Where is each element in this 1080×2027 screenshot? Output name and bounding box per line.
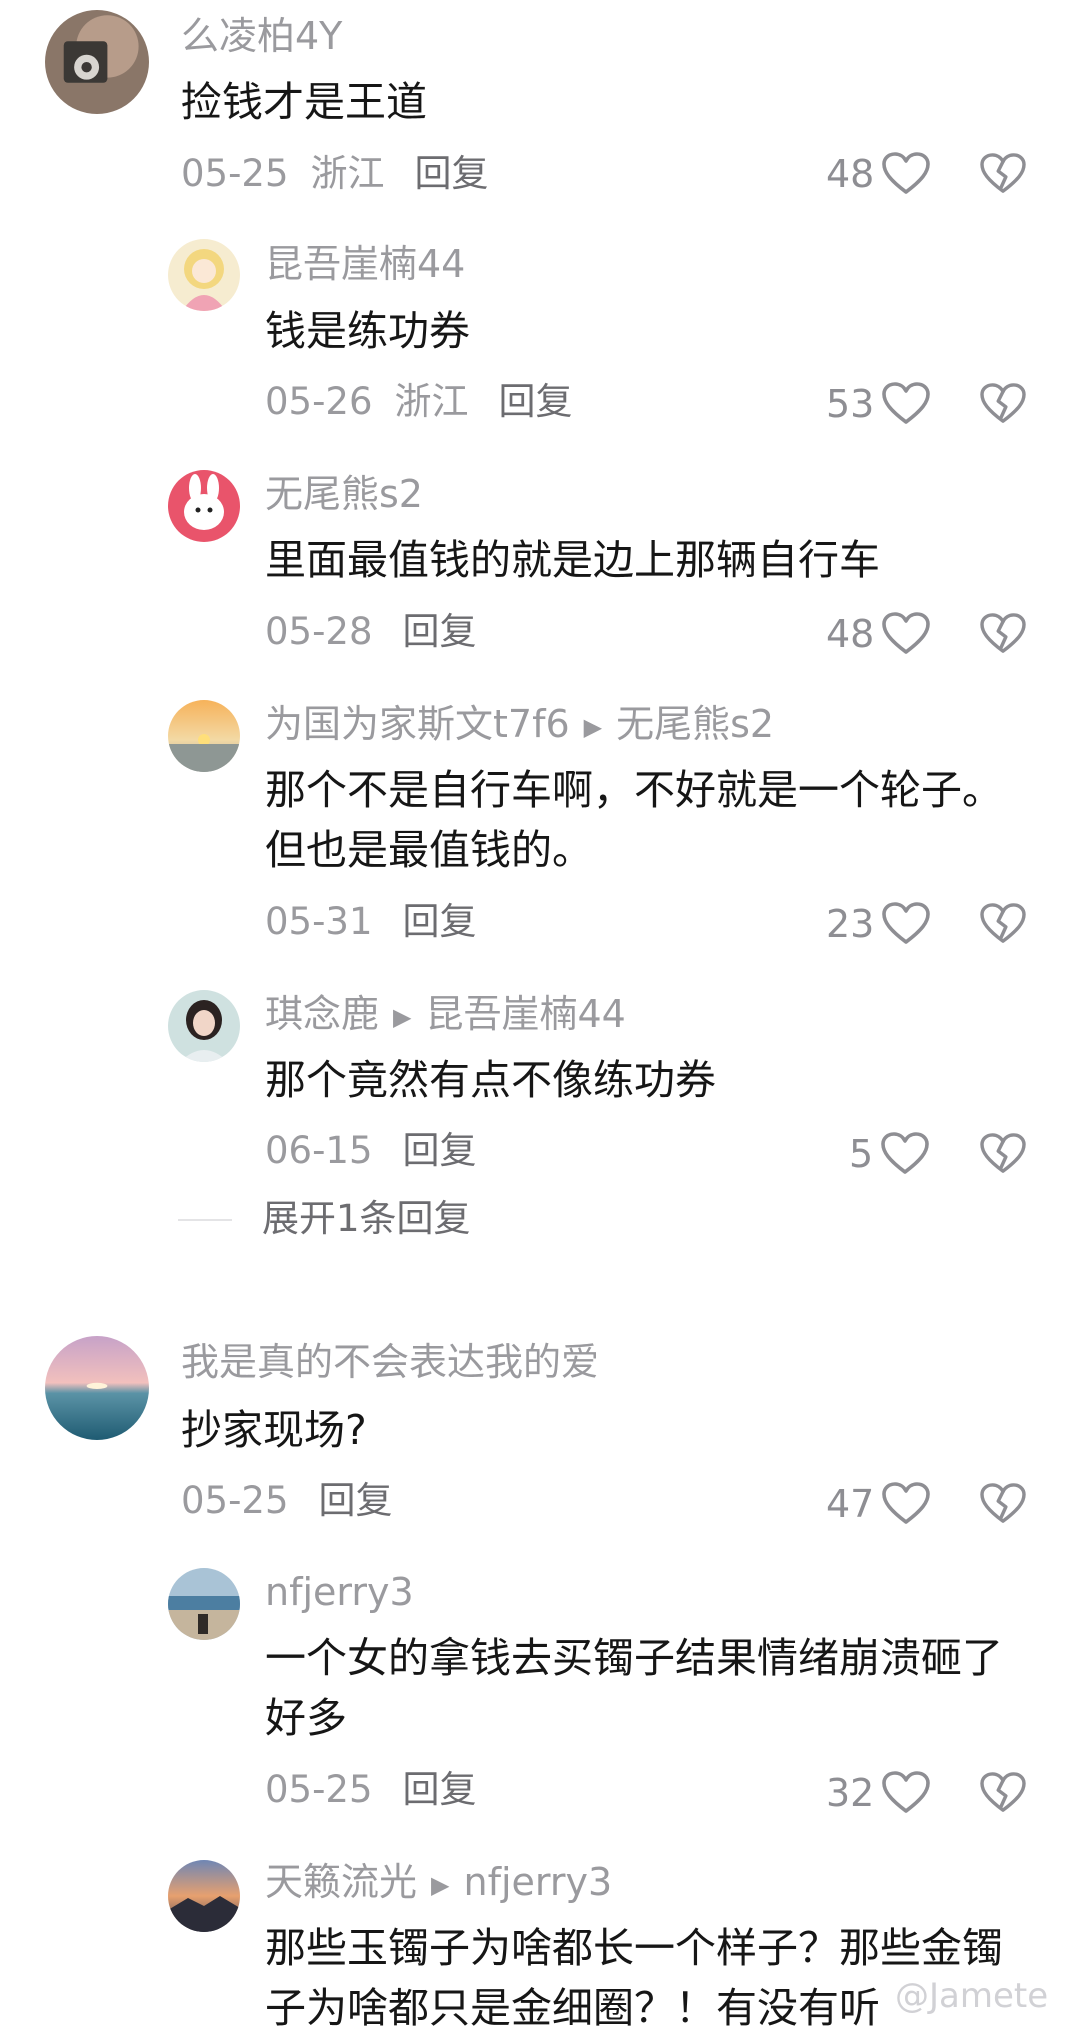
reply-button[interactable]: 回复: [403, 900, 477, 943]
dislike-button[interactable]: [980, 903, 1026, 949]
comment-username[interactable]: nfjerry3: [265, 1568, 414, 1616]
reply-author[interactable]: 天籁流光: [265, 1860, 417, 1904]
reply-button[interactable]: 回复: [499, 380, 573, 423]
reply-button[interactable]: 回复: [319, 1479, 393, 1522]
comment-text: 那个竟然有点不像练功券: [265, 1056, 716, 1104]
comment-username[interactable]: 昆吾崖楠44: [265, 240, 465, 288]
comment-region: 浙江: [394, 380, 469, 423]
reply-author[interactable]: 琪念鹿: [265, 992, 379, 1036]
comment-meta: 06-15 回复: [265, 1127, 477, 1175]
like-count: 47: [826, 1482, 875, 1526]
watermark: @Jamete: [895, 1976, 1049, 2016]
avatar[interactable]: [168, 470, 240, 542]
comment-username[interactable]: 无尾熊s2: [265, 470, 423, 518]
comment-date: 05-26: [265, 380, 373, 423]
dislike-button[interactable]: [980, 153, 1026, 199]
heart-outline-icon: [882, 1771, 930, 1815]
broken-heart-icon: [980, 1483, 1026, 1525]
like-button[interactable]: 48: [826, 610, 930, 658]
comment-meta: 05-25 浙江 回复: [181, 150, 489, 198]
avatar[interactable]: [168, 700, 240, 772]
dislike-button[interactable]: [980, 613, 1026, 659]
comment-text: 一个女的拿钱去买镯子结果情绪崩溃砸了好多: [265, 1634, 1003, 1742]
like-button[interactable]: 5: [849, 1130, 929, 1178]
like-button[interactable]: 47: [826, 1480, 930, 1528]
like-button[interactable]: 48: [826, 150, 930, 198]
avatar[interactable]: [168, 239, 240, 311]
dislike-button[interactable]: [980, 383, 1026, 429]
comment-text: 捡钱才是王道: [181, 78, 427, 126]
broken-heart-icon: [980, 383, 1026, 425]
like-count: 53: [826, 382, 875, 426]
comment-username[interactable]: 么凌柏4Y: [181, 12, 342, 60]
reply-author[interactable]: 为国为家斯文t7f6: [265, 702, 570, 746]
like-button[interactable]: 53: [826, 380, 930, 428]
broken-heart-icon: [980, 903, 1026, 945]
comment-text: 钱是练功券: [265, 307, 470, 355]
comment-meta: 05-26 浙江 回复: [265, 378, 573, 426]
comment-date: 05-25: [181, 1479, 289, 1522]
reply-button[interactable]: 回复: [403, 610, 477, 653]
like-count: 48: [826, 612, 875, 656]
reply-target[interactable]: 无尾熊s2: [616, 702, 774, 746]
heart-outline-icon: [881, 1132, 929, 1176]
avatar[interactable]: [168, 1568, 240, 1640]
expand-replies-button[interactable]: 展开1条回复: [262, 1195, 471, 1243]
dislike-button[interactable]: [980, 1133, 1026, 1179]
comment-date: 05-25: [265, 1768, 373, 1811]
comment-text: 抄家现场?: [181, 1406, 367, 1454]
triangle-right-icon: ▶: [431, 1870, 450, 1899]
heart-outline-icon: [882, 1482, 930, 1526]
heart-outline-icon: [882, 612, 930, 656]
like-count: 5: [849, 1132, 874, 1176]
dislike-button[interactable]: [980, 1772, 1026, 1818]
comment-username: 天籁流光 ▶ nfjerry3: [265, 1858, 612, 1909]
avatar[interactable]: [168, 990, 240, 1062]
reply-button[interactable]: 回复: [403, 1768, 477, 1811]
comment-region: 浙江: [310, 152, 385, 195]
like-count: 23: [826, 902, 875, 946]
avatar[interactable]: [45, 1336, 149, 1440]
heart-outline-icon: [882, 152, 930, 196]
reply-button[interactable]: 回复: [403, 1129, 477, 1172]
reply-target[interactable]: 昆吾崖楠44: [425, 992, 625, 1036]
like-button[interactable]: 32: [826, 1769, 930, 1817]
comment-date: 05-25: [181, 152, 289, 195]
heart-outline-icon: [882, 902, 930, 946]
comment-meta: 05-25 回复: [265, 1766, 477, 1814]
comment-text: 那个不是自行车啊，不好就是一个轮子。但也是最值钱的。: [265, 766, 1003, 874]
broken-heart-icon: [980, 613, 1026, 655]
broken-heart-icon: [980, 1772, 1026, 1814]
dislike-button[interactable]: [980, 1483, 1026, 1529]
reply-button[interactable]: 回复: [415, 152, 489, 195]
comment-meta: 05-31 回复: [265, 898, 477, 946]
reply-target[interactable]: nfjerry3: [463, 1860, 612, 1904]
like-button[interactable]: 23: [826, 900, 930, 948]
broken-heart-icon: [980, 153, 1026, 195]
comment-username: 琪念鹿 ▶ 昆吾崖楠44: [265, 990, 626, 1041]
comment-username: 为国为家斯文t7f6 ▶ 无尾熊s2: [265, 700, 774, 751]
avatar[interactable]: [45, 10, 149, 114]
comment-date: 05-31: [265, 900, 373, 943]
like-count: 32: [826, 1771, 875, 1815]
comment-meta: 05-25 回复: [181, 1477, 393, 1525]
comment-username[interactable]: 我是真的不会表达我的爱: [181, 1338, 599, 1386]
heart-outline-icon: [882, 382, 930, 426]
like-count: 48: [826, 152, 875, 196]
comment-text: 里面最值钱的就是边上那辆自行车: [265, 536, 880, 584]
triangle-right-icon: ▶: [583, 712, 603, 741]
triangle-right-icon: ▶: [393, 1002, 412, 1031]
comment-date: 06-15: [265, 1129, 373, 1172]
avatar[interactable]: [168, 1860, 240, 1932]
comment-meta: 05-28 回复: [265, 608, 477, 656]
comment-date: 05-28: [265, 610, 373, 653]
broken-heart-icon: [980, 1133, 1026, 1175]
expand-divider: [178, 1219, 232, 1221]
